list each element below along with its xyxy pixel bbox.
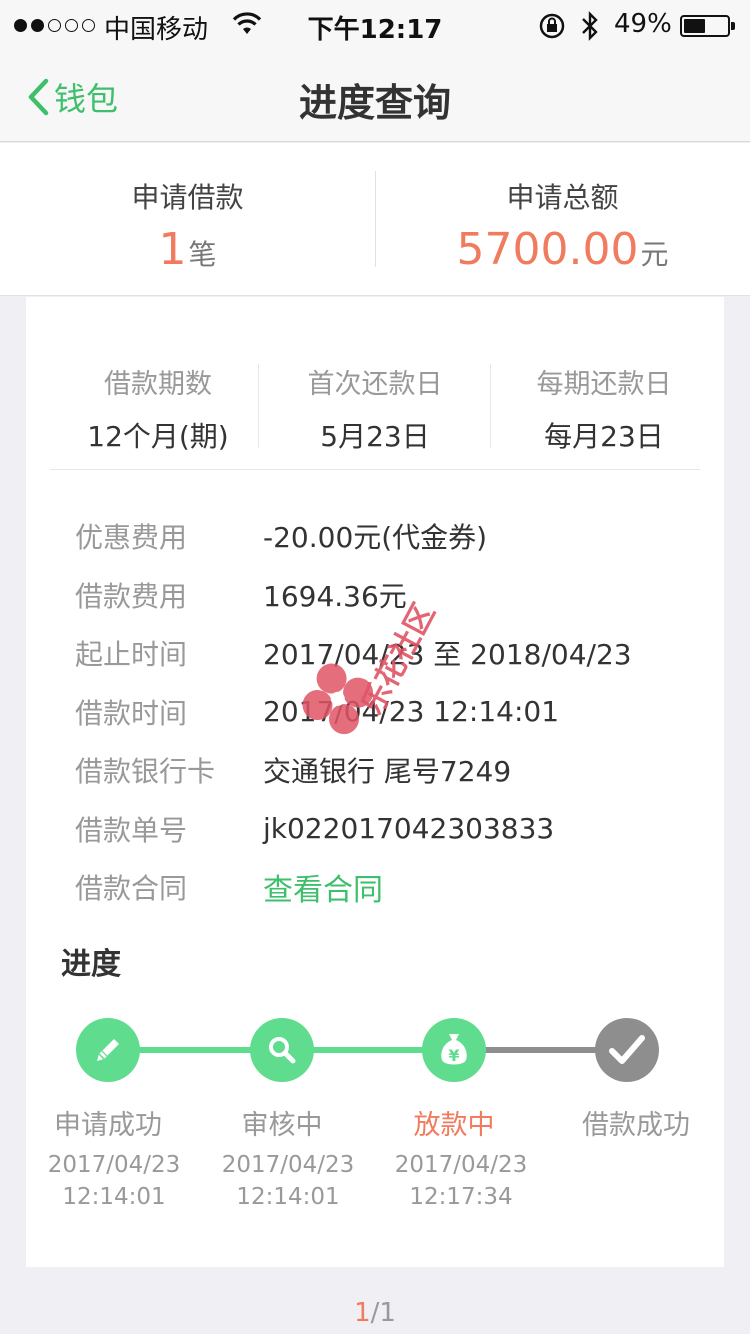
term-value: 5月23日: [320, 420, 430, 453]
progress-title: 进度: [61, 947, 121, 982]
step-date: 2017/04/23: [394, 1152, 528, 1178]
step-node-disbursing: ¥: [422, 1018, 486, 1082]
detail-label: 借款合同: [75, 872, 188, 906]
check-icon: [609, 1035, 645, 1064]
page-indicator: 1/1: [0, 1298, 750, 1328]
detail-row-order-number: 借款单号 jk022017042303833: [75, 800, 695, 859]
term-divider: [490, 364, 491, 448]
status-bar: 中国移动 下午12:17 49%: [0, 0, 750, 50]
search-icon: [269, 1037, 296, 1064]
step-label-success: 借款成功: [582, 1110, 690, 1141]
step-date: 2017/04/23: [47, 1152, 181, 1178]
term-label: 每期还款日: [536, 369, 672, 400]
term-first-repayment: 首次还款日 5月23日: [267, 362, 483, 455]
detail-label: 借款费用: [75, 579, 188, 613]
page-current: 1: [354, 1298, 371, 1328]
step-date: 2017/04/23: [221, 1152, 355, 1178]
pencil-icon: [97, 1039, 119, 1061]
step-time: 12:14:01: [236, 1184, 340, 1210]
detail-label: 起止时间: [75, 638, 188, 672]
step-label-applied: 申请成功: [54, 1110, 162, 1141]
detail-value: -20.00元(代金券): [263, 521, 488, 555]
term-value: 12个月(期): [87, 420, 229, 453]
detail-label: 借款银行卡: [75, 755, 216, 789]
repayment-terms: 借款期数 12个月(期) 首次还款日 5月23日 每期还款日 每月23日: [50, 362, 700, 453]
rotation-lock-icon: [538, 12, 566, 47]
loan-count-label: 申请借款: [131, 181, 244, 214]
loan-summary: 申请借款 1 笔 申请总额 5700.00 元: [0, 143, 750, 296]
step-label-reviewing: 审核中: [241, 1110, 323, 1141]
term-divider: [258, 364, 259, 448]
detail-label: 优惠费用: [75, 521, 188, 555]
loan-count-value: 1: [158, 224, 187, 275]
step-node-reviewing: [250, 1018, 314, 1082]
detail-label: 借款时间: [75, 696, 188, 730]
loan-detail-card: 借款期数 12个月(期) 首次还款日 5月23日 每期还款日 每月23日 优惠费…: [26, 297, 724, 1267]
step-time: 12:14:01: [62, 1184, 166, 1210]
page-total: /1: [370, 1298, 396, 1328]
loan-total: 申请总额 5700.00 元: [375, 143, 750, 296]
term-label: 借款期数: [104, 369, 212, 400]
detail-label: 借款单号: [75, 813, 188, 847]
detail-value: 交通银行 尾号7249: [263, 755, 512, 789]
loan-total-unit: 元: [640, 238, 669, 271]
svg-text:¥: ¥: [448, 1046, 459, 1065]
loan-count-unit: 笔: [188, 238, 217, 271]
term-value: 每月23日: [544, 420, 664, 453]
loan-total-value: 5700.00: [456, 224, 639, 275]
battery-icon: [680, 15, 735, 37]
money-bag-icon: ¥: [441, 1034, 467, 1065]
bluetooth-icon: [580, 11, 600, 48]
battery-percent: 49%: [614, 9, 672, 39]
detail-value: 1694.36元: [263, 579, 407, 613]
page-title: 进度查询: [298, 81, 451, 125]
loan-count: 申请借款 1 笔: [0, 143, 375, 296]
step-label-disbursing: 放款中: [413, 1110, 495, 1141]
section-divider: [50, 469, 700, 470]
step-time: 12:17:34: [409, 1184, 513, 1210]
detail-row-bank-card: 借款银行卡 交通银行 尾号7249: [75, 741, 695, 800]
loan-total-label: 申请总额: [506, 181, 619, 214]
navigation-bar: 钱包 进度查询: [0, 50, 750, 142]
step-node-success: [595, 1018, 659, 1082]
step-node-applied: [76, 1018, 140, 1082]
term-monthly-repayment: 每期还款日 每月23日: [496, 362, 712, 455]
detail-value: jk022017042303833: [263, 812, 555, 846]
term-label: 首次还款日: [307, 369, 443, 400]
term-periods: 借款期数 12个月(期): [50, 362, 266, 455]
detail-row-contract: 借款合同 查看合同: [75, 858, 695, 917]
detail-row-fee: 借款费用 1694.36元: [75, 566, 695, 625]
detail-row-discount: 优惠费用 -20.00元(代金券): [75, 507, 695, 566]
view-contract-link[interactable]: 查看合同: [263, 865, 383, 909]
